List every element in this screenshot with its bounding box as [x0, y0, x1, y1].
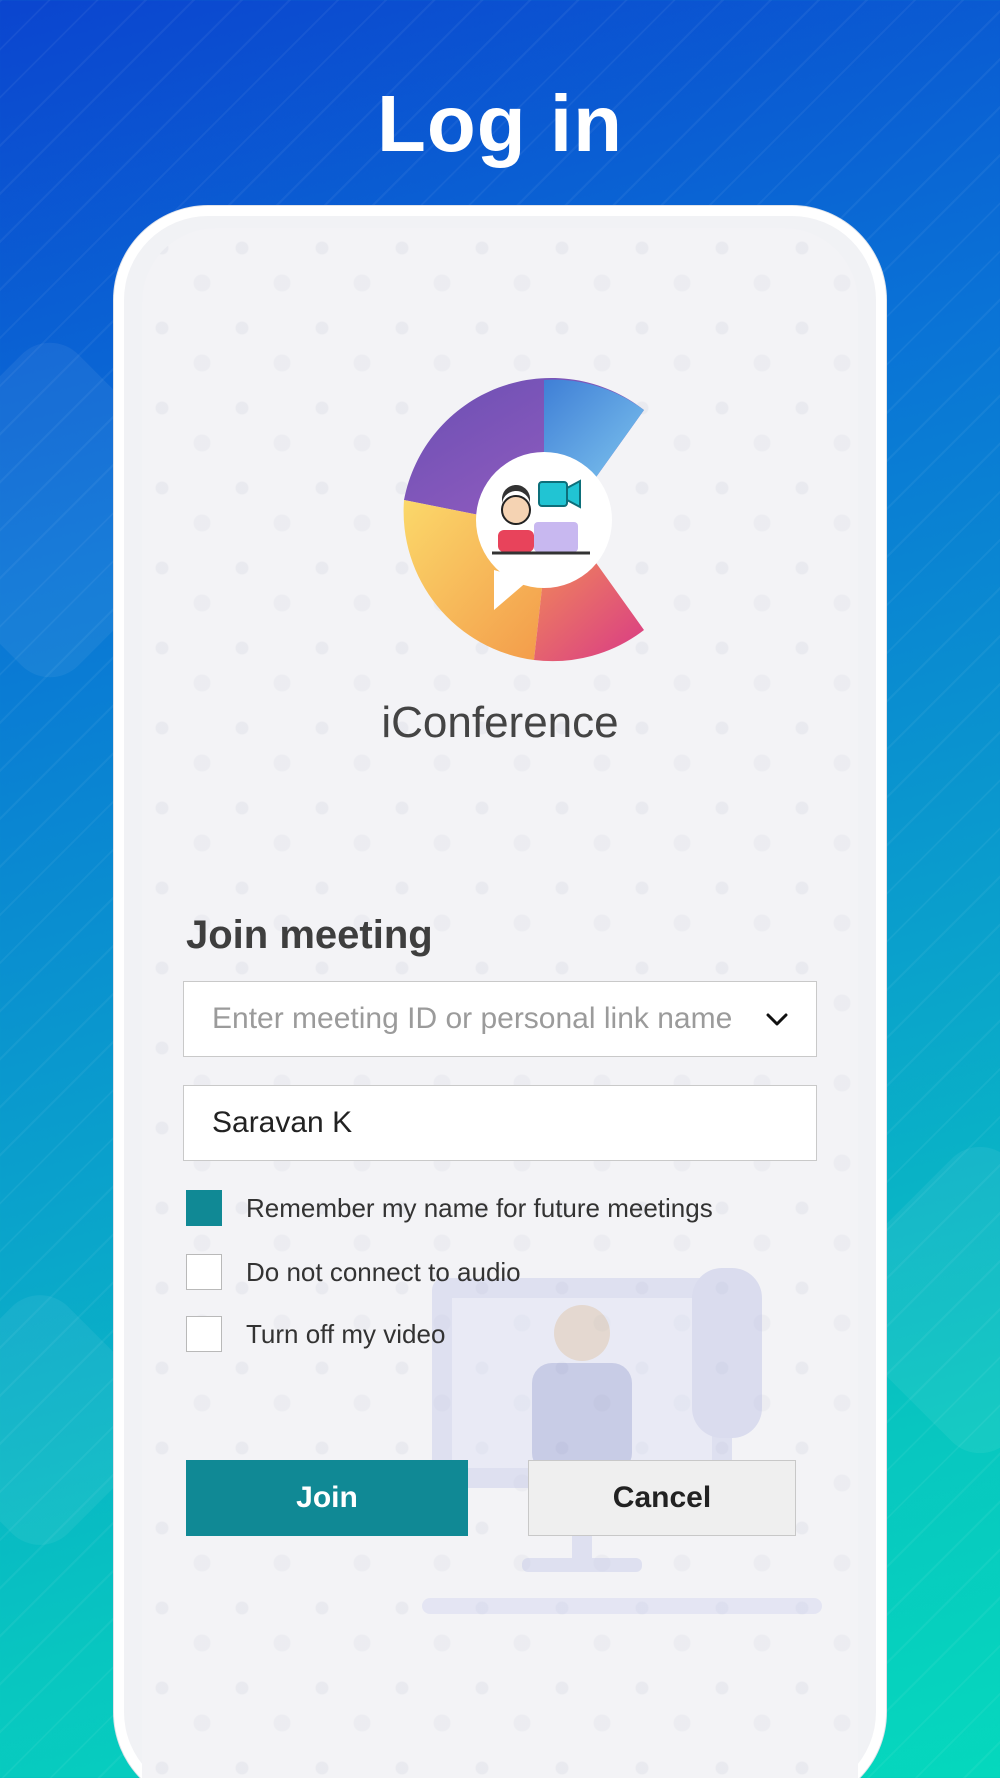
video-off-option[interactable]: Turn off my video: [186, 1316, 445, 1352]
phone-frame: iConference Join meeting Enter meeting I…: [114, 206, 886, 1778]
page-title: Log in: [377, 79, 623, 168]
display-name-value[interactable]: Saravan K: [212, 1106, 816, 1140]
app-screen: iConference Join meeting Enter meeting I…: [142, 228, 858, 1778]
no-audio-checkbox[interactable]: [186, 1254, 222, 1290]
join-button[interactable]: Join: [186, 1460, 468, 1536]
chevron-down-icon[interactable]: [766, 1008, 788, 1030]
meeting-id-placeholder[interactable]: Enter meeting ID or personal link name: [212, 1002, 766, 1036]
meeting-illustration-icon: [422, 1268, 822, 1614]
display-name-field[interactable]: Saravan K: [183, 1085, 817, 1161]
cancel-button[interactable]: Cancel: [528, 1460, 796, 1536]
video-off-checkbox[interactable]: [186, 1316, 222, 1352]
app-name: iConference: [381, 698, 619, 747]
no-audio-option[interactable]: Do not connect to audio: [186, 1254, 521, 1290]
remember-name-label: Remember my name for future meetings: [246, 1192, 713, 1223]
no-audio-label: Do not connect to audio: [246, 1256, 521, 1287]
section-title: Join meeting: [186, 913, 433, 957]
remember-name-checkbox[interactable]: [186, 1190, 222, 1226]
iconference-logo-icon: [403, 377, 644, 662]
meeting-id-field[interactable]: Enter meeting ID or personal link name: [183, 981, 817, 1057]
remember-name-option[interactable]: Remember my name for future meetings: [186, 1190, 713, 1226]
video-off-label: Turn off my video: [246, 1318, 446, 1349]
